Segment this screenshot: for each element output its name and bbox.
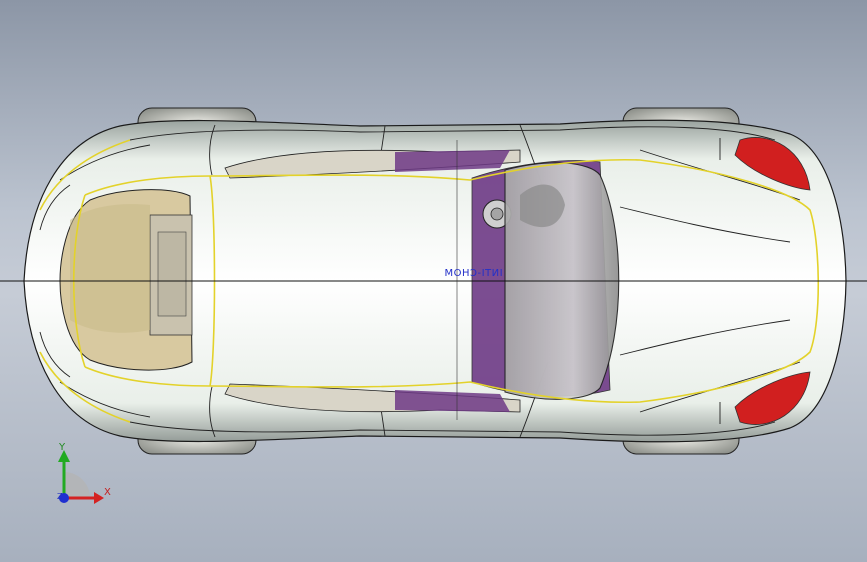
axis-x-label: X bbox=[104, 487, 111, 498]
axis-y-label: Y bbox=[59, 442, 66, 453]
axis-triad[interactable] bbox=[58, 450, 104, 504]
triad-x-arrow bbox=[94, 492, 104, 504]
axis-z-label: Z bbox=[57, 492, 63, 501]
car-model-top-view[interactable] bbox=[0, 0, 867, 562]
graphics-viewport[interactable]: INTI-CHOM Y X Z bbox=[0, 0, 867, 562]
steering-hub bbox=[490, 207, 504, 221]
embossed-text: INTI-CHOM bbox=[444, 268, 503, 279]
rear-engine-inner bbox=[157, 231, 187, 317]
rear-window-shade bbox=[70, 204, 150, 333]
triad-xy-quadrant bbox=[64, 472, 90, 498]
